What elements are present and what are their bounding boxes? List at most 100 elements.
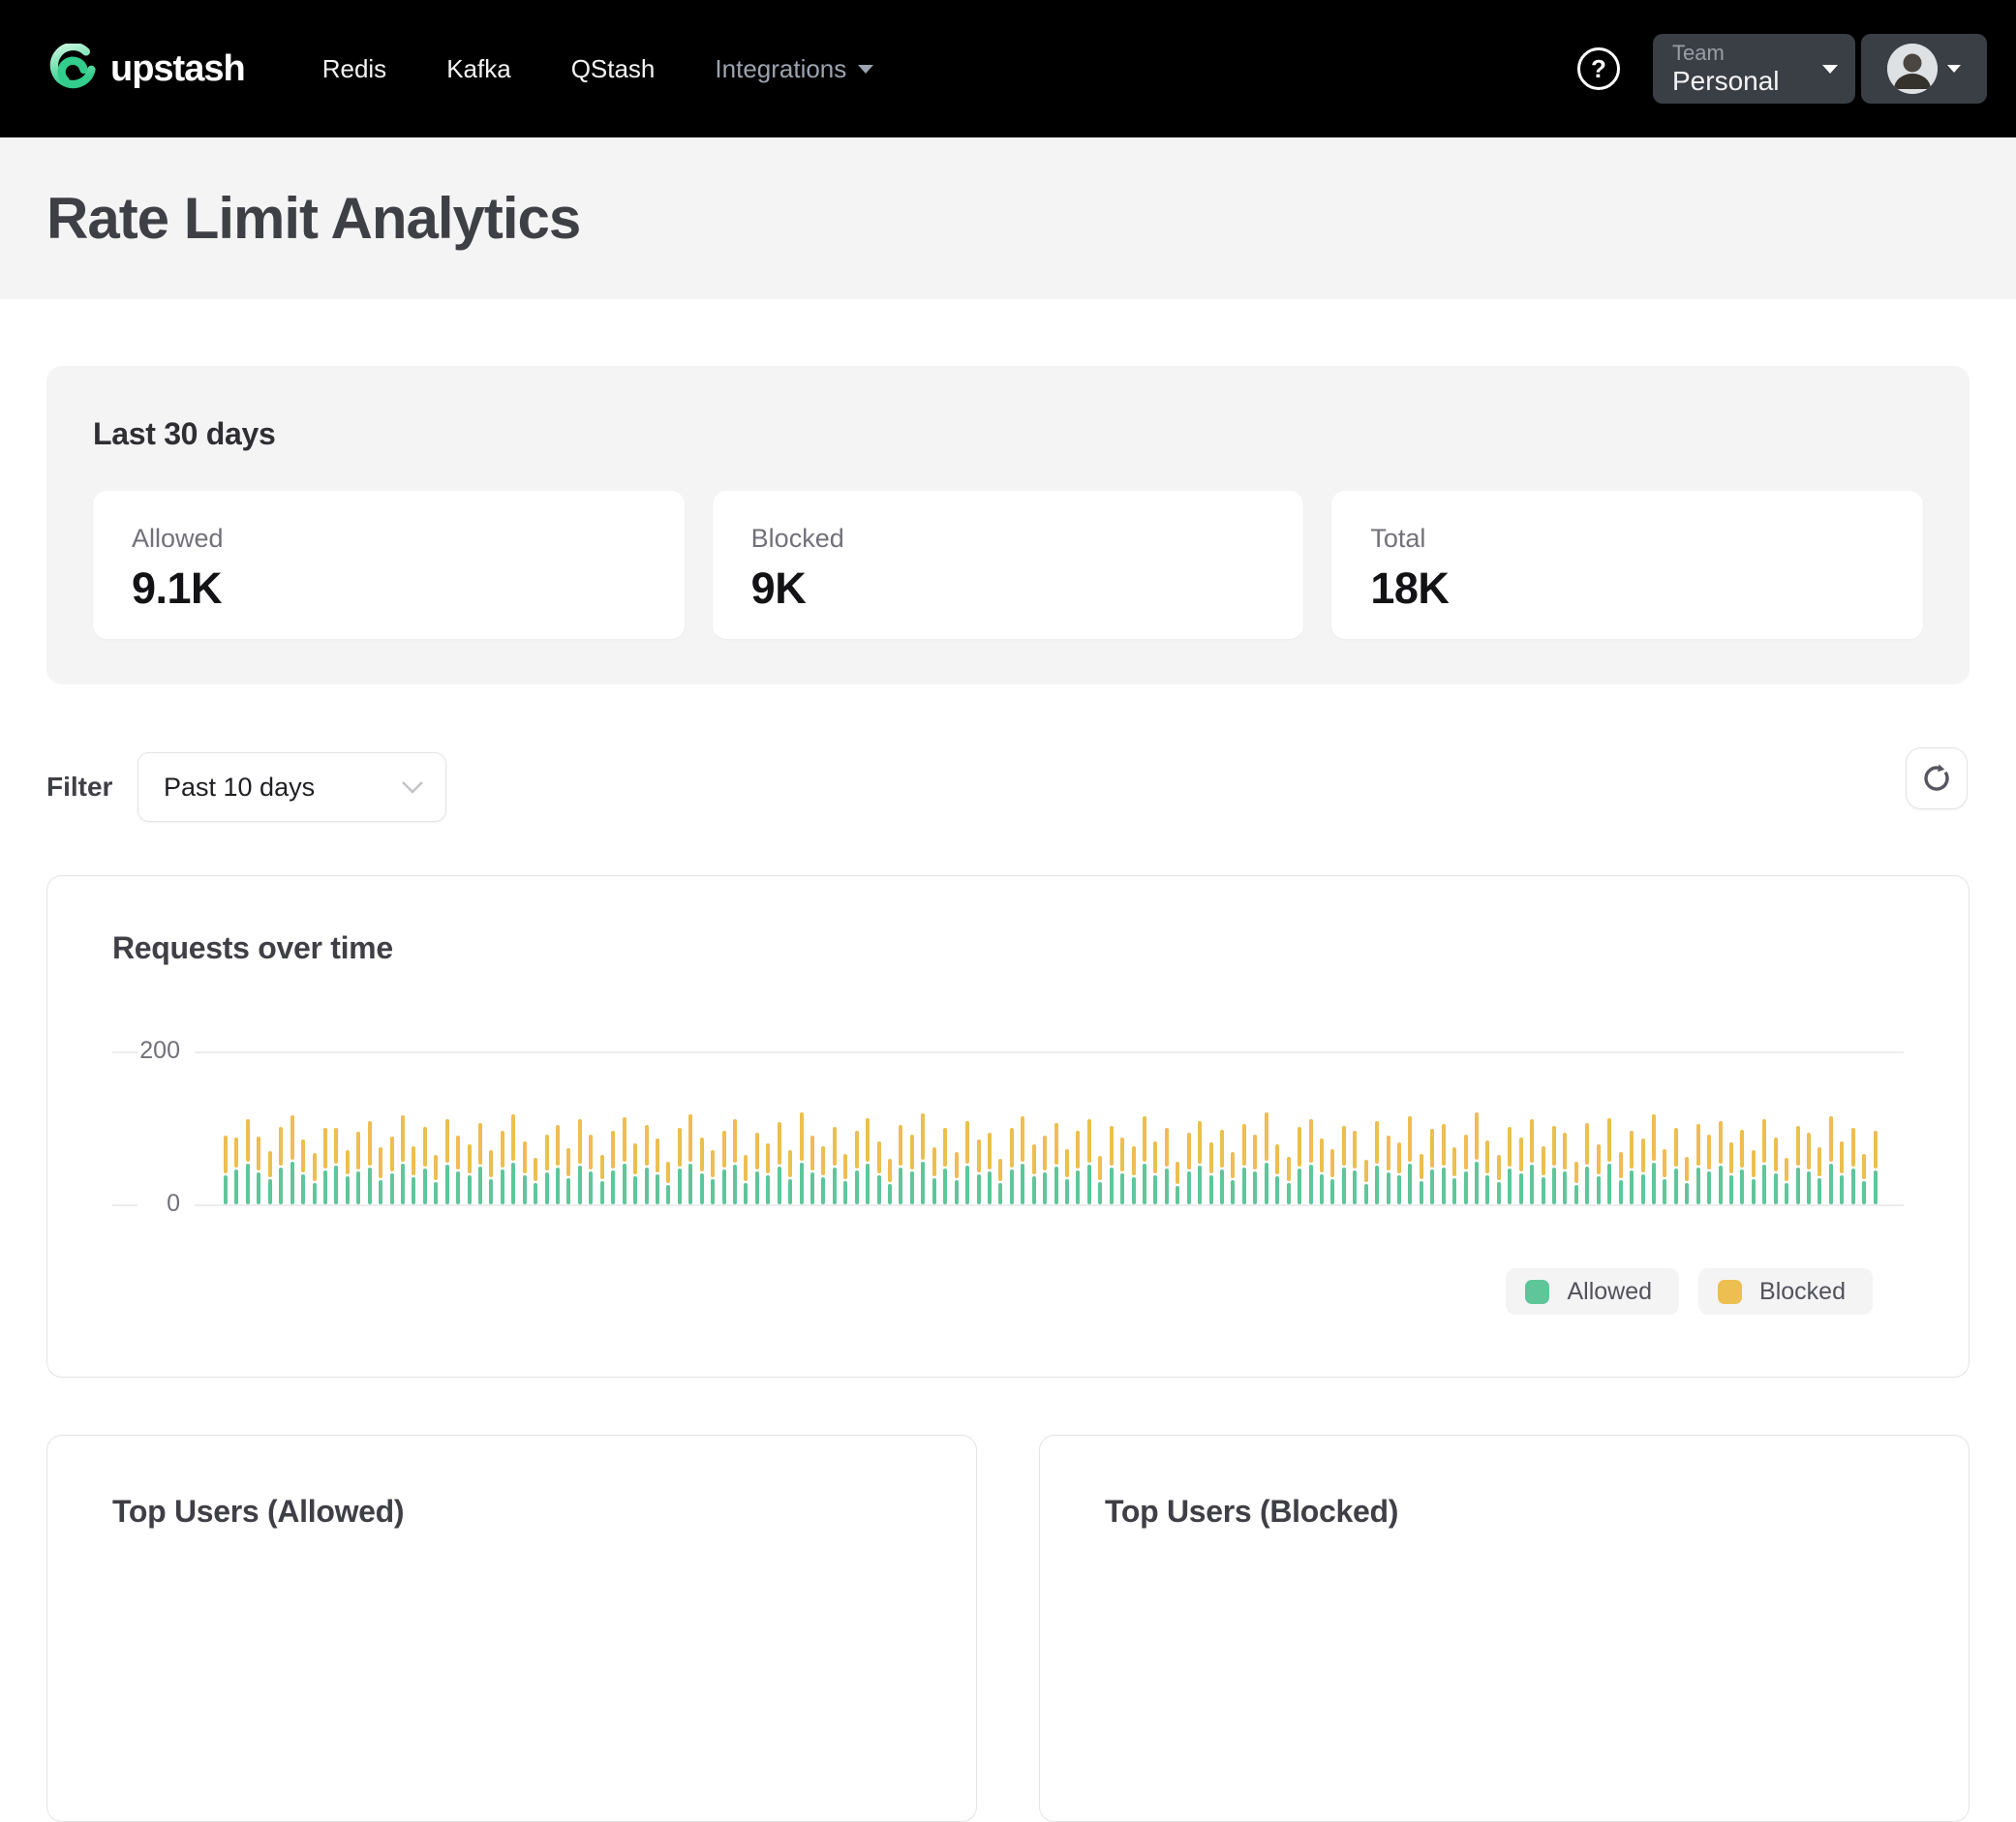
bar-110[interactable] [1442, 1051, 1446, 1204]
bar-140[interactable] [1774, 1051, 1778, 1204]
bar-81[interactable] [1120, 1051, 1124, 1204]
bar-33[interactable] [589, 1051, 593, 1204]
bar-10[interactable] [334, 1051, 338, 1204]
bar-34[interactable] [600, 1051, 604, 1204]
bar-70[interactable] [998, 1051, 1002, 1204]
bar-126[interactable] [1619, 1051, 1623, 1204]
bar-136[interactable] [1729, 1051, 1733, 1204]
bar-78[interactable] [1087, 1051, 1091, 1204]
bar-111[interactable] [1452, 1051, 1456, 1204]
bar-69[interactable] [988, 1051, 992, 1204]
bar-0[interactable] [224, 1051, 228, 1204]
bar-90[interactable] [1220, 1051, 1224, 1204]
bar-21[interactable] [456, 1051, 460, 1204]
bar-27[interactable] [523, 1051, 527, 1204]
bar-37[interactable] [633, 1051, 637, 1204]
bar-65[interactable] [943, 1051, 947, 1204]
bar-48[interactable] [755, 1051, 759, 1204]
bar-116[interactable] [1508, 1051, 1512, 1204]
bar-46[interactable] [733, 1051, 737, 1204]
bar-123[interactable] [1585, 1051, 1589, 1204]
bar-54[interactable] [821, 1051, 825, 1204]
bar-8[interactable] [313, 1051, 317, 1204]
bar-28[interactable] [534, 1051, 537, 1204]
bar-19[interactable] [434, 1051, 438, 1204]
bar-57[interactable] [855, 1051, 859, 1204]
bar-14[interactable] [379, 1051, 382, 1204]
bar-4[interactable] [268, 1051, 272, 1204]
bar-114[interactable] [1485, 1051, 1489, 1204]
bar-101[interactable] [1342, 1051, 1346, 1204]
bar-146[interactable] [1840, 1051, 1844, 1204]
bar-7[interactable] [301, 1051, 305, 1204]
bar-113[interactable] [1475, 1051, 1479, 1204]
bar-148[interactable] [1862, 1051, 1866, 1204]
bar-76[interactable] [1065, 1051, 1069, 1204]
bar-52[interactable] [800, 1051, 804, 1204]
bar-149[interactable] [1874, 1051, 1878, 1204]
bar-64[interactable] [932, 1051, 936, 1204]
bar-124[interactable] [1597, 1051, 1601, 1204]
bar-16[interactable] [401, 1051, 405, 1204]
bar-125[interactable] [1607, 1051, 1611, 1204]
bar-142[interactable] [1796, 1051, 1800, 1204]
bar-43[interactable] [700, 1051, 704, 1204]
bar-49[interactable] [766, 1051, 770, 1204]
bar-130[interactable] [1663, 1051, 1666, 1204]
bar-119[interactable] [1542, 1051, 1545, 1204]
bar-51[interactable] [788, 1051, 792, 1204]
bar-58[interactable] [866, 1051, 870, 1204]
bar-59[interactable] [877, 1051, 881, 1204]
bar-39[interactable] [656, 1051, 659, 1204]
bar-38[interactable] [645, 1051, 649, 1204]
bar-95[interactable] [1275, 1051, 1279, 1204]
bar-75[interactable] [1054, 1051, 1058, 1204]
chart-bars[interactable] [224, 1051, 1884, 1204]
bar-138[interactable] [1752, 1051, 1756, 1204]
bar-20[interactable] [445, 1051, 449, 1204]
bar-94[interactable] [1265, 1051, 1268, 1204]
bar-40[interactable] [666, 1051, 670, 1204]
bar-105[interactable] [1387, 1051, 1390, 1204]
legend-item-allowed[interactable]: Allowed [1506, 1268, 1679, 1315]
bar-96[interactable] [1287, 1051, 1291, 1204]
bar-97[interactable] [1298, 1051, 1301, 1204]
nav-item-qstash[interactable]: QStash [571, 54, 656, 84]
bar-86[interactable] [1176, 1051, 1179, 1204]
bar-79[interactable] [1098, 1051, 1102, 1204]
nav-item-kafka[interactable]: Kafka [446, 54, 511, 84]
bar-137[interactable] [1740, 1051, 1744, 1204]
bar-18[interactable] [423, 1051, 427, 1204]
bar-60[interactable] [888, 1051, 892, 1204]
bar-99[interactable] [1320, 1051, 1324, 1204]
bar-68[interactable] [977, 1051, 981, 1204]
bar-132[interactable] [1685, 1051, 1689, 1204]
bar-104[interactable] [1375, 1051, 1379, 1204]
legend-item-blocked[interactable]: Blocked [1698, 1268, 1873, 1315]
bar-74[interactable] [1043, 1051, 1047, 1204]
bar-6[interactable] [290, 1051, 294, 1204]
bar-61[interactable] [899, 1051, 902, 1204]
refresh-button[interactable] [1906, 747, 1968, 809]
bar-26[interactable] [511, 1051, 515, 1204]
bar-83[interactable] [1143, 1051, 1146, 1204]
bar-9[interactable] [323, 1051, 327, 1204]
account-menu[interactable] [1861, 34, 1987, 104]
bar-108[interactable] [1420, 1051, 1423, 1204]
bar-35[interactable] [611, 1051, 615, 1204]
bar-85[interactable] [1165, 1051, 1169, 1204]
bar-122[interactable] [1574, 1051, 1578, 1204]
nav-item-integrations[interactable]: Integrations [715, 54, 873, 84]
bar-67[interactable] [965, 1051, 969, 1204]
bar-93[interactable] [1253, 1051, 1257, 1204]
bar-47[interactable] [744, 1051, 748, 1204]
bar-102[interactable] [1353, 1051, 1357, 1204]
bar-56[interactable] [843, 1051, 847, 1204]
bar-144[interactable] [1817, 1051, 1821, 1204]
bar-84[interactable] [1153, 1051, 1157, 1204]
bar-92[interactable] [1242, 1051, 1246, 1204]
bar-88[interactable] [1198, 1051, 1202, 1204]
bar-98[interactable] [1309, 1051, 1313, 1204]
bar-2[interactable] [246, 1051, 250, 1204]
bar-11[interactable] [346, 1051, 350, 1204]
